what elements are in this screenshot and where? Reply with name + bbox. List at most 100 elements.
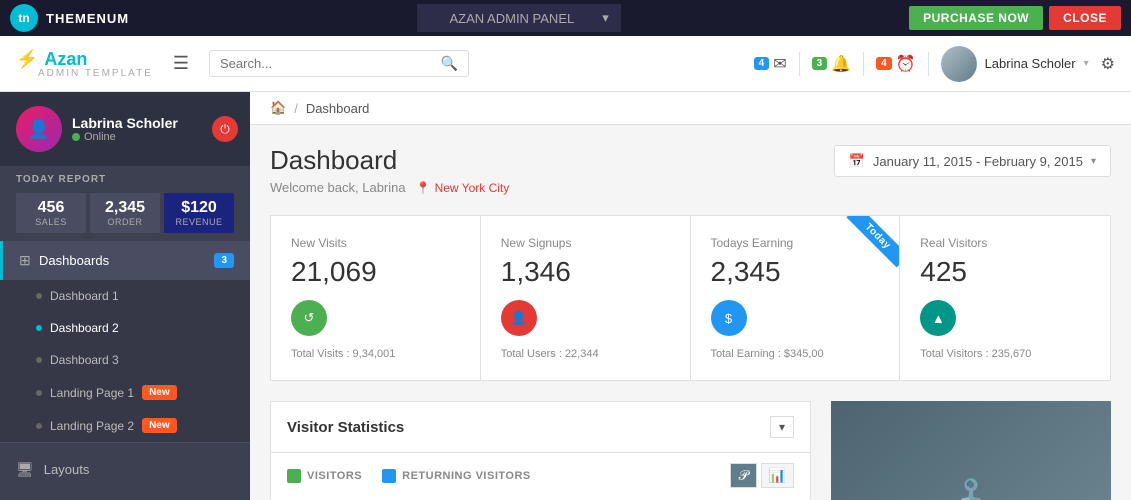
sub-dot-1: [36, 293, 42, 299]
user-profile[interactable]: Labrina Scholer ▾: [941, 46, 1089, 82]
chart-line-button[interactable]: 𝒫: [730, 463, 756, 488]
stat-revenue: $120 REVENUE: [164, 193, 234, 233]
breadcrumb-sep: /: [294, 101, 298, 116]
search-box[interactable]: 🔍: [209, 50, 469, 77]
sidebar-sub-items: Dashboard 1 Dashboard 2 Dashboard 3 Land…: [0, 280, 250, 442]
page-subtitle: Welcome back, Labrina 📍 New York City: [270, 180, 509, 195]
stat-card-visitors-footer: Total Visitors : 235,670: [920, 348, 1090, 360]
visitor-title-bold: Statistics: [338, 419, 405, 436]
status-dot: [72, 133, 80, 141]
hamburger-button[interactable]: ☰: [169, 49, 193, 78]
page-title-block: Dashboard Welcome back, Labrina 📍 New Yo…: [270, 145, 509, 195]
stat-card-visitors-value: 425: [920, 256, 1090, 288]
search-input[interactable]: [220, 56, 433, 71]
legend-returning-dot: [382, 469, 396, 483]
location-badge: 📍 New York City: [416, 181, 510, 195]
search-icon: 🔍: [441, 55, 458, 72]
stat-card-visits: New Visits 21,069 ↺ Total Visits : 9,34,…: [271, 216, 481, 380]
legend-returning-label: RETURNING VISITORS: [402, 470, 531, 482]
divider-2: [863, 52, 864, 76]
user-caret-icon: ▾: [1084, 58, 1089, 69]
layouts-label: Layouts: [44, 462, 90, 477]
sidebar-item-dashboards[interactable]: ⊞ Dashboards 3: [0, 241, 250, 280]
main-layout: 👤 Labrina Scholer Online ⏻ TODAY REPORT …: [0, 92, 1131, 500]
logo-icon: tn: [10, 4, 38, 32]
breadcrumb-current: Dashboard: [306, 101, 370, 116]
sidebar-item-dashboard1[interactable]: Dashboard 1: [0, 280, 250, 312]
gear-icon[interactable]: ⚙: [1101, 54, 1115, 74]
date-caret-icon: ▾: [1091, 156, 1096, 167]
sub-label-2: Dashboard 2: [50, 321, 119, 335]
page-title: Dashboard: [270, 145, 509, 176]
avatar-image: [941, 46, 977, 82]
status-label: Online: [84, 131, 116, 143]
stat-card-visits-value: 21,069: [291, 256, 460, 288]
badge-group-clock[interactable]: 4 ⏰: [876, 54, 915, 74]
brand-logo: ⚡ Azan ADMIN TEMPLATE: [16, 49, 153, 79]
stat-card-signups-value: 1,346: [501, 256, 670, 288]
close-button[interactable]: CLOSE: [1049, 6, 1121, 30]
brand-main: ⚡ Azan: [16, 49, 153, 70]
visitor-title-text: Visitor: [287, 419, 333, 436]
sidebar-footer: 🖥 Layouts: [0, 442, 250, 496]
visitor-card-header: Visitor Statistics ▾: [271, 402, 810, 453]
layouts-icon: 🖥: [16, 461, 34, 478]
today-report: TODAY REPORT 456 SALES 2,345 ORDER $120 …: [0, 166, 250, 241]
sub-label-4: Landing Page 1: [50, 386, 134, 400]
mail-badge-count: 4: [754, 57, 770, 70]
sidebar-user-status: Online: [72, 131, 234, 143]
legend-visitors-dot: [287, 469, 301, 483]
power-button[interactable]: ⏻: [212, 116, 238, 142]
sub-dot-4: [36, 390, 42, 396]
top-nav-right: PURCHASE NOW CLOSE: [909, 6, 1121, 30]
purchase-button[interactable]: PURCHASE NOW: [909, 6, 1043, 30]
panel-select[interactable]: AZAN ADMIN PANEL ▾: [417, 4, 620, 32]
brand-main-text: Azan: [44, 49, 87, 70]
stat-card-signups-footer: Total Users : 22,344: [501, 348, 670, 360]
stat-revenue-value: $120: [168, 199, 230, 217]
sub-dot-3: [36, 357, 42, 363]
sidebar-item-landing1[interactable]: Landing Page 1 New: [0, 376, 250, 409]
legend-visitors: VISITORS: [287, 469, 362, 483]
stat-card-earning: Todays Earning 2,345 $ Total Earning : $…: [691, 216, 901, 380]
visitor-dropdown-button[interactable]: ▾: [770, 416, 794, 438]
sidebar-user-name: Labrina Scholer: [72, 115, 234, 131]
calendar-icon: 📅: [849, 153, 865, 169]
chart-bar-button[interactable]: 📊: [761, 463, 794, 488]
brand-name: THEMENUM: [46, 11, 129, 26]
top-nav-center: AZAN ADMIN PANEL ▾: [417, 4, 620, 32]
panel-title: AZAN ADMIN PANEL: [449, 11, 574, 26]
content-area: 🏠 / Dashboard Dashboard Welcome back, La…: [250, 92, 1131, 500]
stat-card-signups-label: New Signups: [501, 236, 670, 250]
today-report-title: TODAY REPORT: [16, 174, 234, 185]
visitor-title: Visitor Statistics: [287, 419, 404, 436]
today-stats: 456 SALES 2,345 ORDER $120 REVENUE: [16, 193, 234, 233]
breadcrumb-home[interactable]: 🏠: [270, 100, 286, 116]
sidebar-item-dashboard2[interactable]: Dashboard 2: [0, 312, 250, 344]
top-nav-left: tn THEMENUM: [10, 4, 129, 32]
dashboards-badge: 3: [214, 253, 234, 268]
sidebar-item-layouts[interactable]: 🖥 Layouts: [16, 453, 234, 486]
date-range-text: January 11, 2015 - February 9, 2015: [873, 154, 1083, 169]
breadcrumb: 🏠 / Dashboard: [250, 92, 1131, 125]
sidebar-user-section: 👤 Labrina Scholer Online ⏻: [0, 92, 250, 166]
legend-returning: RETURNING VISITORS: [382, 469, 531, 483]
clock-icon: ⏰: [896, 54, 916, 74]
stat-sales-label: SALES: [20, 217, 82, 227]
stat-order: 2,345 ORDER: [90, 193, 160, 233]
sidebar-item-landing2[interactable]: Landing Page 2 New: [0, 409, 250, 442]
stat-order-label: ORDER: [94, 217, 156, 227]
sidebar-avatar: 👤: [16, 106, 62, 152]
landing2-badge: New: [142, 418, 177, 433]
brand-sub-text: ADMIN TEMPLATE: [16, 68, 153, 79]
mail-icon: ✉: [773, 54, 786, 74]
chart-actions: 𝒫 📊: [730, 463, 794, 488]
badge-group-mail[interactable]: 4 ✉: [754, 54, 787, 74]
dashboards-icon: ⊞: [19, 252, 39, 269]
badge-group-bell[interactable]: 3 🔔: [812, 54, 851, 74]
stat-card-visitors-label: Real Visitors: [920, 236, 1090, 250]
sidebar-item-dashboard3[interactable]: Dashboard 3: [0, 344, 250, 376]
clock-badge-count: 4: [876, 57, 892, 70]
stat-card-earning-footer: Total Earning : $345,00: [711, 348, 880, 360]
date-picker[interactable]: 📅 January 11, 2015 - February 9, 2015 ▾: [834, 145, 1111, 177]
